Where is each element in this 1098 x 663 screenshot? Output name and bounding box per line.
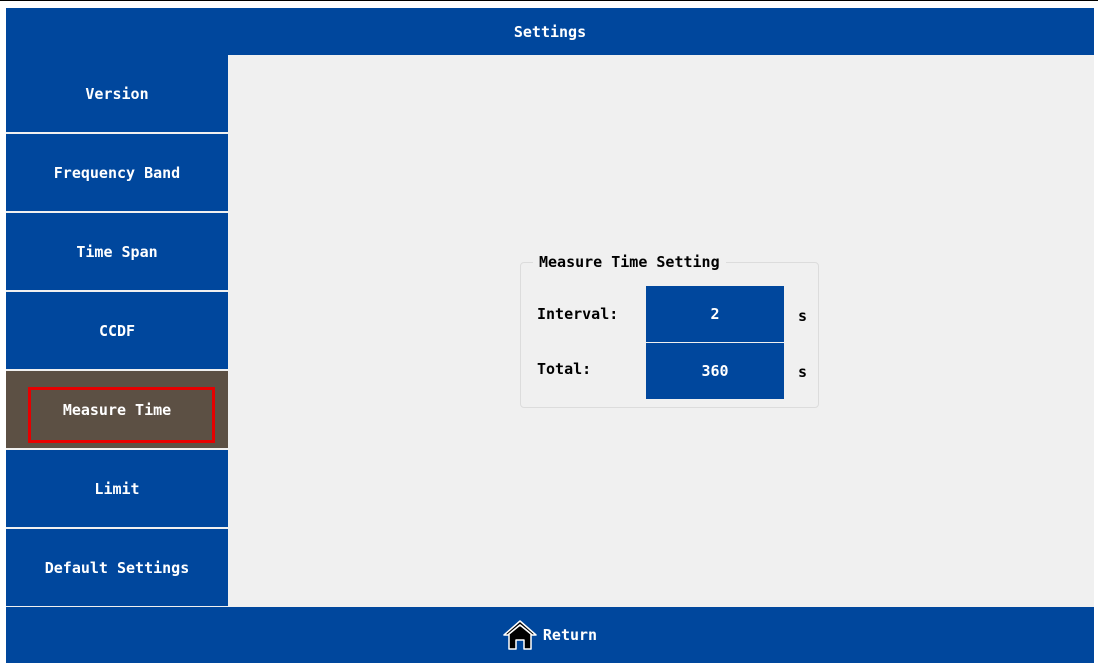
home-icon xyxy=(503,620,537,650)
sidebar-item-label: Frequency Band xyxy=(53,163,181,182)
sidebar-item-time-span[interactable]: Time Span xyxy=(6,213,228,290)
total-unit: s xyxy=(798,363,808,381)
sidebar-item-default-settings[interactable]: Default Settings xyxy=(6,529,228,606)
content-panel: Measure Time Setting Interval: 2 s Total… xyxy=(228,55,1094,607)
interval-value: 2 xyxy=(710,305,720,323)
header-bar: Settings xyxy=(6,8,1094,55)
sidebar-item-label: Time Span xyxy=(76,242,158,261)
sidebar-item-label: Measure Time xyxy=(62,400,172,419)
page-title: Settings xyxy=(513,22,587,41)
sidebar: Version Frequency Band Time Span CCDF Me… xyxy=(6,55,228,607)
total-label: Total: xyxy=(537,360,592,378)
measure-time-groupbox: Measure Time Setting Interval: 2 s Total… xyxy=(520,250,819,408)
sidebar-item-frequency-band[interactable]: Frequency Band xyxy=(6,134,228,211)
sidebar-item-version[interactable]: Version xyxy=(6,55,228,132)
sidebar-item-label: Default Settings xyxy=(44,558,190,577)
interval-input[interactable]: 2 xyxy=(646,286,784,342)
interval-unit: s xyxy=(798,307,808,325)
groupbox-title: Measure Time Setting xyxy=(533,250,726,274)
return-label: Return xyxy=(542,626,598,644)
sidebar-item-limit[interactable]: Limit xyxy=(6,450,228,527)
sidebar-item-ccdf[interactable]: CCDF xyxy=(6,292,228,369)
total-input[interactable]: 360 xyxy=(646,343,784,399)
sidebar-item-label: Limit xyxy=(94,479,140,498)
interval-label: Interval: xyxy=(537,305,619,323)
settings-window: Settings Version Frequency Band Time Spa… xyxy=(6,8,1094,663)
sidebar-item-measure-time[interactable]: Measure Time xyxy=(6,371,228,448)
return-button[interactable]: Return xyxy=(503,620,597,650)
footer-bar: Return xyxy=(6,607,1094,663)
sidebar-item-label: Version xyxy=(85,84,149,103)
sidebar-item-label: CCDF xyxy=(98,321,136,340)
total-value: 360 xyxy=(701,362,729,380)
top-border xyxy=(0,0,1098,6)
